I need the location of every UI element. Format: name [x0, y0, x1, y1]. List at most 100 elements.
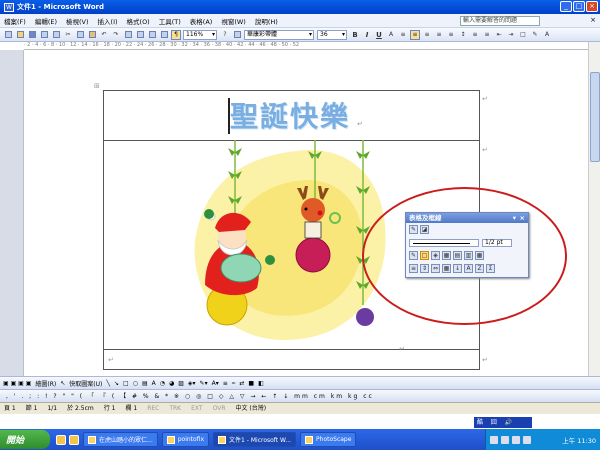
decrease-indent-icon[interactable]: ⇤	[494, 30, 504, 40]
fill-color-icon[interactable]: ◈▾	[188, 380, 196, 387]
font-color-icon[interactable]: A▾	[212, 380, 219, 387]
distributed-icon[interactable]: ≡	[446, 30, 456, 40]
align-right-icon[interactable]: ≡	[422, 30, 432, 40]
redo-icon[interactable]: ↷	[111, 30, 121, 40]
cut-icon[interactable]: ✂	[63, 30, 73, 40]
size-select[interactable]: 36	[317, 29, 347, 40]
eraser-icon[interactable]: ◪	[420, 225, 429, 234]
help-question-box[interactable]: 輸入需要解答的問題	[460, 16, 540, 26]
tray-app-icon[interactable]	[523, 435, 531, 444]
oval-tool-icon[interactable]: ○	[133, 380, 138, 387]
text-direction-icon[interactable]: ↓	[453, 264, 462, 273]
help-icon[interactable]: ?	[220, 30, 230, 40]
autosum-icon[interactable]: Σ	[486, 264, 495, 273]
align-left-icon[interactable]: ≡	[398, 30, 408, 40]
tables-borders-toolbar[interactable]: 表格及框線 ▾ × ✎ ◪ 1/2 pt ✎ □ ◈ ▦ ▤ ▥ ▦ ≡ ⇕ ⇔…	[405, 212, 529, 278]
align-center-icon[interactable]: ≡	[410, 29, 420, 40]
close-button[interactable]: ×	[586, 1, 598, 12]
task-ie-window[interactable]: 在虎山踏小的眾仁...	[83, 432, 158, 447]
menu-insert[interactable]: 插入(I)	[98, 16, 118, 26]
line-color-icon[interactable]: ✎▾	[200, 380, 208, 387]
wordart-icon[interactable]: A	[152, 380, 156, 387]
line-spacing-icon[interactable]: ↕	[458, 30, 468, 40]
ime-indicator[interactable]: 酷 囧 🔊	[474, 417, 532, 428]
doc-close-icon[interactable]: ×	[590, 16, 596, 24]
menu-edit[interactable]: 編輯(E)	[35, 16, 57, 26]
increase-indent-icon[interactable]: ⇥	[506, 30, 516, 40]
arrow-tool-icon[interactable]: ↘	[114, 380, 119, 387]
open-icon[interactable]	[15, 30, 25, 40]
styles-icon[interactable]	[232, 30, 242, 40]
symbol-toolbar[interactable]: , ' . ; : ! ? " " ( 「 『 ( 【 # % & * ※ ○ …	[0, 389, 600, 402]
outside-border-icon[interactable]: □	[420, 251, 429, 260]
scroll-thumb[interactable]	[590, 72, 600, 162]
tray-network-icon[interactable]	[490, 435, 498, 444]
insert-table-icon[interactable]: ▦	[442, 251, 451, 260]
underline-button[interactable]: U	[374, 30, 384, 40]
shadow-icon[interactable]: ■	[248, 380, 254, 387]
3d-icon[interactable]: ◧	[258, 380, 264, 387]
highlight-icon[interactable]: ✎	[530, 30, 540, 40]
vertical-ruler[interactable]	[0, 50, 24, 376]
border-color-icon[interactable]: ✎	[409, 251, 418, 260]
menu-view[interactable]: 檢視(V)	[66, 16, 89, 26]
line-tool-icon[interactable]: ╲	[106, 380, 110, 387]
tray-volume-icon[interactable]	[501, 435, 509, 444]
task-word[interactable]: 文件1 - Microsoft W...	[213, 432, 297, 447]
status-trk[interactable]: TRK	[169, 403, 181, 414]
draw-table-icon[interactable]: ✎	[409, 225, 418, 234]
shading-color-icon[interactable]: ◈	[431, 251, 440, 260]
menu-window[interactable]: 視窗(W)	[221, 16, 246, 26]
task-pointofix[interactable]: pointofix	[161, 432, 210, 447]
sort-ascending-icon[interactable]: A	[464, 264, 473, 273]
tables-borders-title[interactable]: 表格及框線 ▾ ×	[406, 213, 528, 223]
toolbar-close-icon[interactable]: ×	[520, 213, 525, 223]
justify-icon[interactable]: ≡	[434, 30, 444, 40]
menu-format[interactable]: 格式(O)	[127, 16, 150, 26]
draw-menu[interactable]: 繪圖(R)	[35, 379, 56, 388]
line-style-icon[interactable]: ≡	[223, 380, 228, 387]
distribute-rows-icon[interactable]: ⇕	[420, 264, 429, 273]
ie-icon[interactable]	[56, 434, 66, 445]
table-move-handle[interactable]: ⊞	[94, 82, 100, 90]
zoom-select[interactable]: 116%	[183, 29, 217, 40]
clipart-icon[interactable]: ◕	[169, 380, 174, 387]
line-style-select[interactable]	[409, 238, 479, 247]
sort-descending-icon[interactable]: Z	[475, 264, 484, 273]
line-weight-select[interactable]: 1/2 pt	[482, 238, 512, 247]
diagram-icon[interactable]: ◔	[160, 380, 165, 387]
bullets-icon[interactable]: ≡	[482, 30, 492, 40]
toolbar-options-icon[interactable]: ▾	[513, 213, 516, 223]
picture-icon[interactable]: ▨	[178, 380, 184, 387]
task-photoscape[interactable]: PhotoScape	[300, 432, 357, 447]
status-ext[interactable]: EXT	[191, 403, 202, 414]
autoformat-icon[interactable]: ▦	[442, 264, 451, 273]
view-buttons[interactable]: ▣ ▣ ▣ ▣	[3, 380, 31, 387]
save-icon[interactable]	[27, 30, 37, 40]
cell-table-icon[interactable]: ▦	[475, 251, 484, 260]
horizontal-ruler[interactable]: · 2 · 4 · 6 · 8 · 10 · 12 · 14 · 16 · 18…	[24, 42, 588, 50]
clock[interactable]: 上午 11:30	[562, 435, 596, 445]
paste-icon[interactable]	[87, 30, 97, 40]
align-cell-icon[interactable]: ≡	[409, 264, 418, 273]
minimize-button[interactable]: _	[560, 1, 572, 12]
split-cells-icon[interactable]: ▥	[464, 251, 473, 260]
italic-button[interactable]: I	[362, 30, 372, 40]
autoshapes-menu[interactable]: 快取圖案(U)	[69, 379, 102, 388]
status-ovr[interactable]: OVR	[213, 403, 226, 414]
font-color-a-icon[interactable]: A	[542, 30, 552, 40]
christmas-title-text[interactable]: 聖誕快樂	[230, 95, 350, 135]
border-icon[interactable]: □	[518, 30, 528, 40]
copy-icon[interactable]	[75, 30, 85, 40]
bold-button[interactable]: B	[350, 30, 360, 40]
status-rec[interactable]: REC	[147, 403, 159, 414]
rectangle-tool-icon[interactable]: □	[123, 380, 129, 387]
new-icon[interactable]	[3, 30, 13, 40]
select-arrow-icon[interactable]: ↖	[60, 380, 65, 387]
show-hide-icon[interactable]: ¶	[171, 29, 181, 40]
undo-icon[interactable]: ↶	[99, 30, 109, 40]
drawing-icon[interactable]	[147, 30, 157, 40]
merge-cells-icon[interactable]: ▤	[453, 251, 462, 260]
dash-style-icon[interactable]: ┅	[232, 380, 236, 387]
maximize-button[interactable]: □	[573, 1, 585, 12]
